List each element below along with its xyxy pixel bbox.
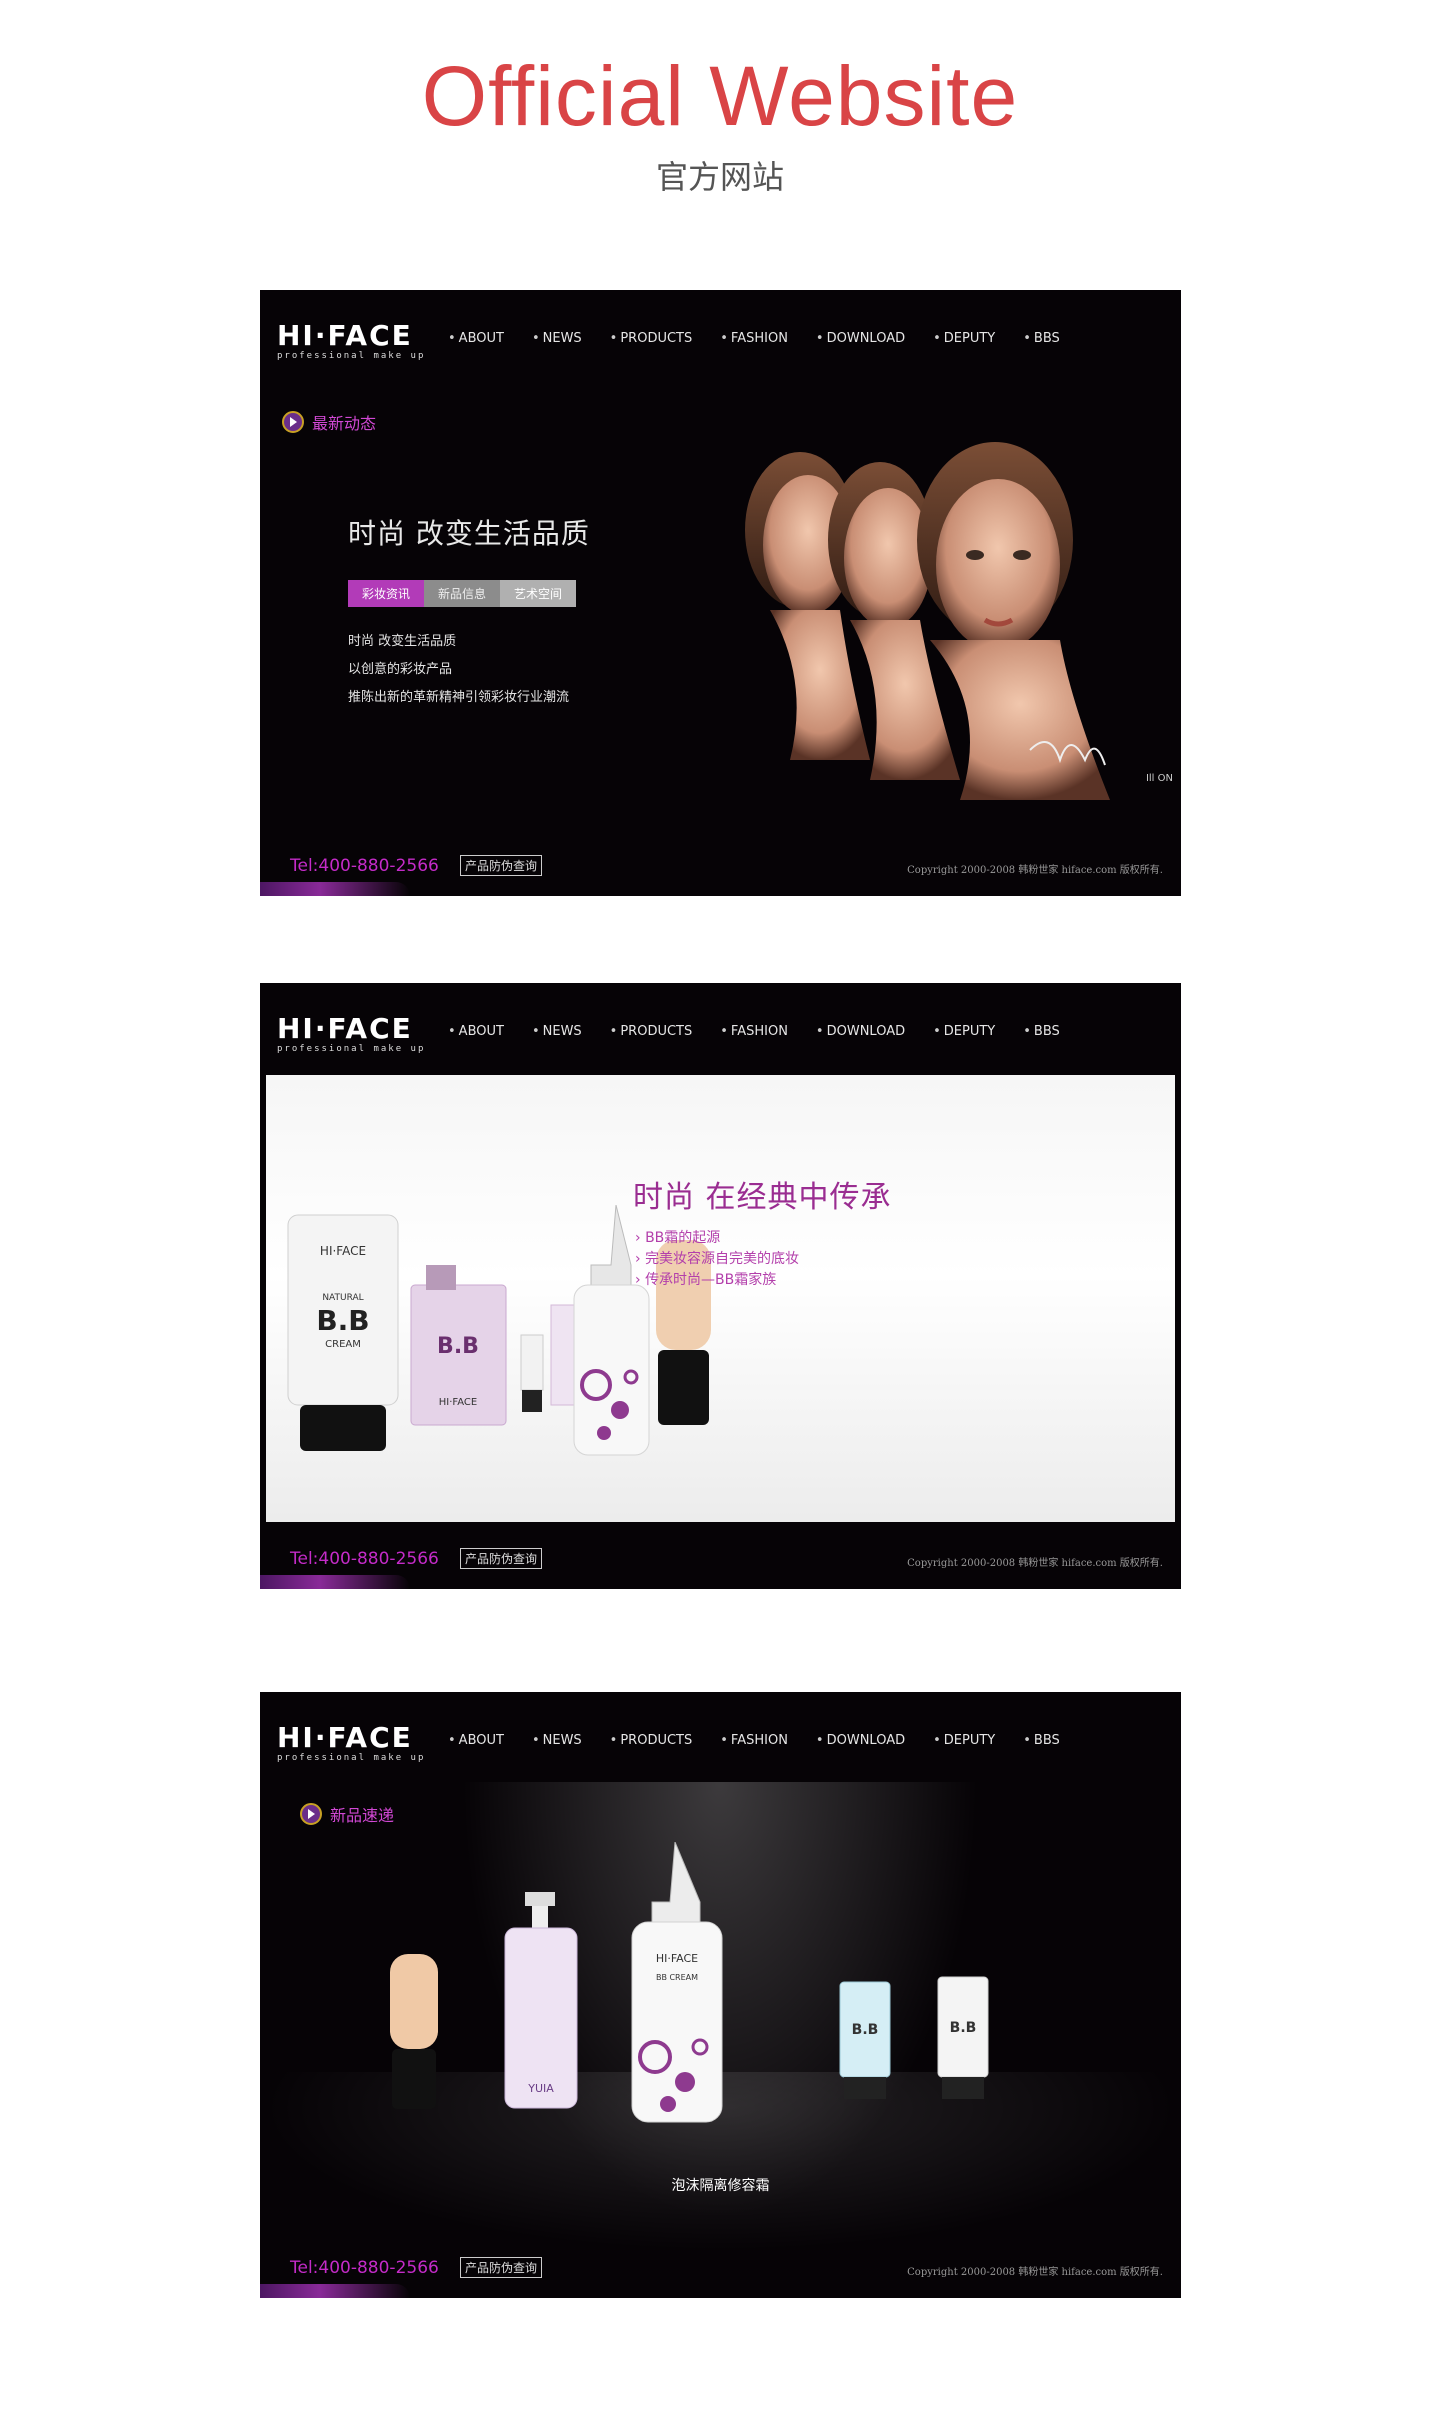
- page-title: Official Website: [421, 49, 1019, 143]
- info-tabs: 彩妆资讯 新品信息 艺术空间: [348, 580, 577, 607]
- nav-news[interactable]: NEWS: [532, 1024, 582, 1039]
- nav-download[interactable]: DOWNLOAD: [816, 331, 906, 346]
- foam-bbcream: BB CREAM: [656, 1973, 698, 1982]
- tube-brand: HI·FACE: [320, 1244, 366, 1258]
- nav-download[interactable]: DOWNLOAD: [816, 1733, 906, 1748]
- blue-tube-bb: B.B: [852, 2022, 879, 2038]
- logo[interactable]: HI·FACE professional make up: [277, 319, 426, 362]
- logo-text: HI·FACE: [277, 1012, 413, 1045]
- news-tag-label: 最新动态: [312, 414, 377, 433]
- tube-natural: NATURAL: [322, 1293, 363, 1303]
- nav-news[interactable]: NEWS: [532, 1733, 582, 1748]
- nav-deputy[interactable]: DEPUTY: [933, 1733, 995, 1748]
- nav-products[interactable]: PRODUCTS: [610, 1733, 692, 1748]
- nav-about[interactable]: ABOUT: [448, 1733, 504, 1748]
- hero-lines: 时尚 改变生活品质 以创意的彩妆产品 推陈出新的革新精神引领彩妆行业潮流: [348, 628, 569, 712]
- screenshot-home: HI·FACE professional make up ABOUT NEWS …: [260, 290, 1181, 896]
- box-brand: HI·FACE: [439, 1397, 477, 1408]
- main-nav: ABOUT NEWS PRODUCTS FASHION DOWNLOAD DEP…: [448, 1733, 1088, 1748]
- copyright: Copyright 2000-2008 韩粉世家 hiface.com 版权所有…: [907, 2267, 1163, 2278]
- logo-tagline: professional make up: [277, 351, 426, 361]
- nav-deputy[interactable]: DEPUTY: [933, 1024, 995, 1039]
- verify-button[interactable]: 产品防伪查询: [460, 855, 543, 876]
- new-products-tag-label: 新品速递: [330, 1806, 395, 1825]
- link-list: BB霜的起源 完美妆容源自完美的底妆 传承时尚—BB霜家族: [635, 1228, 799, 1291]
- copyright: Copyright 2000-2008 韩粉世家 hiface.com 版权所有…: [907, 865, 1163, 876]
- nav-about[interactable]: ABOUT: [448, 1024, 504, 1039]
- copyright: Copyright 2000-2008 韩粉世家 hiface.com 版权所有…: [907, 1558, 1163, 1569]
- hero-line: 以创意的彩妆产品: [348, 662, 453, 677]
- tube-cream: CREAM: [325, 1339, 361, 1350]
- page-subtitle: 官方网站: [655, 158, 784, 196]
- hero-headline: 时尚 改变生活品质: [348, 517, 590, 550]
- nav-fashion[interactable]: FASHION: [720, 1733, 788, 1748]
- link-bb-origin[interactable]: BB霜的起源: [635, 1228, 799, 1249]
- product-caption: 泡沫隔离修容霜: [671, 2178, 770, 2194]
- footer-swoosh: [260, 1575, 410, 1589]
- tube-bb: B.B: [316, 1304, 369, 1337]
- nav-bbs[interactable]: BBS: [1023, 1733, 1060, 1748]
- new-products-tag[interactable]: 新品速递: [300, 1802, 394, 1826]
- logo[interactable]: HI·FACE professional make up: [277, 1012, 426, 1055]
- phone-number: Tel:400-880-2566: [290, 1549, 439, 1569]
- footer-swoosh: [260, 2284, 410, 2298]
- main-nav: ABOUT NEWS PRODUCTS FASHION DOWNLOAD DEP…: [448, 1024, 1088, 1039]
- play-icon: [300, 1803, 322, 1825]
- white-tube-bb: B.B: [950, 2020, 977, 2036]
- nav-products[interactable]: PRODUCTS: [610, 331, 692, 346]
- nav-products[interactable]: PRODUCTS: [610, 1024, 692, 1039]
- models-photo: [745, 442, 1110, 800]
- nav-about[interactable]: ABOUT: [448, 331, 504, 346]
- nav-news[interactable]: NEWS: [532, 331, 582, 346]
- screenshot-bb-cream: HI·FACE professional make up ABOUT NEWS …: [260, 983, 1181, 1589]
- logo-text: HI·FACE: [277, 319, 413, 352]
- phone-number: Tel:400-880-2566: [290, 2258, 439, 2278]
- logo[interactable]: HI·FACE professional make up: [277, 1721, 426, 1764]
- play-icon: [282, 411, 304, 433]
- main-nav: ABOUT NEWS PRODUCTS FASHION DOWNLOAD DEP…: [448, 331, 1088, 346]
- nav-fashion[interactable]: FASHION: [720, 331, 788, 346]
- news-tag[interactable]: 最新动态: [282, 410, 376, 434]
- nav-bbs[interactable]: BBS: [1023, 1024, 1060, 1039]
- foam-brand: HI·FACE: [656, 1952, 698, 1965]
- link-perfect-base[interactable]: 完美妆容源自完美的底妆: [635, 1249, 799, 1270]
- logo-tagline: professional make up: [277, 1753, 426, 1763]
- tab-art-space[interactable]: 艺术空间: [500, 580, 577, 607]
- nav-fashion[interactable]: FASHION: [720, 1024, 788, 1039]
- brand-mark: Ill ON: [1145, 773, 1173, 784]
- footer-swoosh: [260, 882, 410, 896]
- verify-button[interactable]: 产品防伪查询: [460, 1548, 543, 1569]
- yuia-label: YUIA: [527, 2082, 554, 2095]
- content-panel: HI·FACE NATURAL B.B CREAM B.B HI·FACE 时尚…: [266, 1075, 1175, 1522]
- screenshot-new-products: HI·FACE professional make up ABOUT NEWS …: [260, 1692, 1181, 2298]
- box-bb: B.B: [437, 1334, 479, 1359]
- logo-tagline: professional make up: [277, 1044, 426, 1054]
- tab-makeup-news[interactable]: 彩妆资讯: [348, 580, 425, 607]
- product-showcase: YUIA HI·FACE BB CREAM B.B B.B: [390, 1842, 989, 2123]
- nav-download[interactable]: DOWNLOAD: [816, 1024, 906, 1039]
- nav-bbs[interactable]: BBS: [1023, 331, 1060, 346]
- logo-text: HI·FACE: [277, 1721, 413, 1754]
- section-headline: 时尚 在经典中传承: [633, 1180, 892, 1215]
- tab-new-products[interactable]: 新品信息: [424, 580, 501, 607]
- link-bb-family[interactable]: 传承时尚—BB霜家族: [635, 1270, 799, 1291]
- nav-deputy[interactable]: DEPUTY: [933, 331, 995, 346]
- hero-line: 推陈出新的革新精神引领彩妆行业潮流: [348, 690, 570, 705]
- phone-number: Tel:400-880-2566: [290, 856, 439, 876]
- verify-button[interactable]: 产品防伪查询: [460, 2257, 543, 2278]
- hero-line: 时尚 改变生活品质: [348, 634, 457, 649]
